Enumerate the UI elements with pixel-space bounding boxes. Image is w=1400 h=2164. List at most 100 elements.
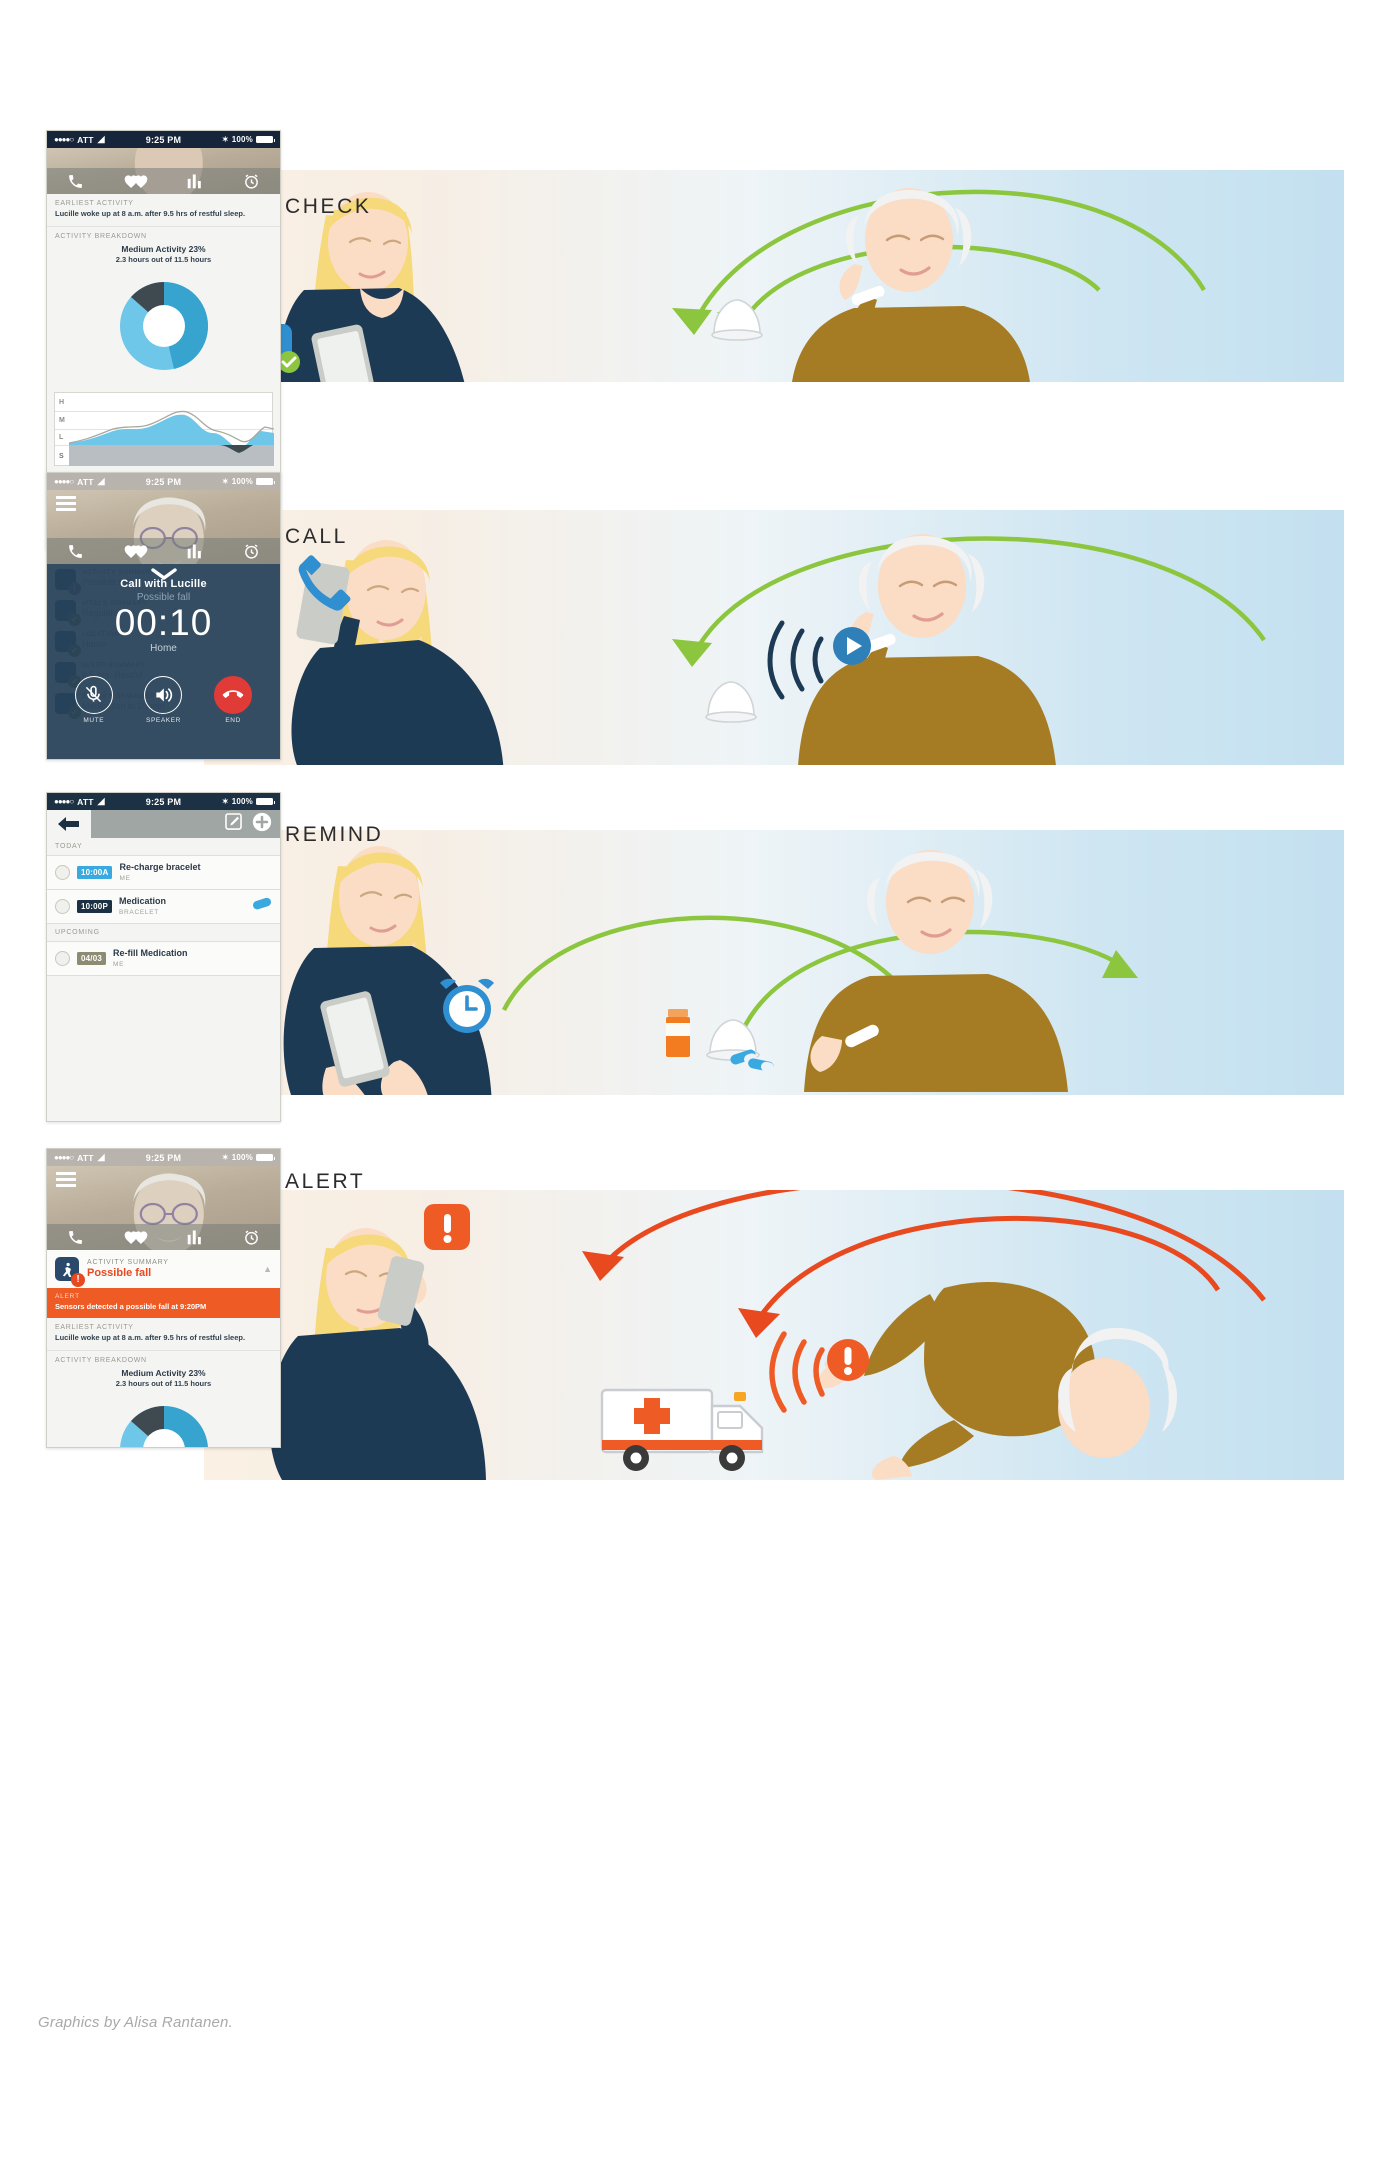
battery-icon — [256, 477, 275, 486]
activity-donut-chart — [119, 282, 208, 371]
pill-icon — [252, 897, 272, 916]
donut-title: Medium Activity 23% — [121, 244, 206, 255]
reminder-time: 10:00P — [77, 899, 112, 913]
reminder-title: Medication — [119, 895, 167, 906]
hearts-tab[interactable] — [124, 1229, 148, 1245]
tab-bar[interactable] — [47, 1224, 280, 1250]
section-call: CALL ●●●●○ ATT ◢ 9:25 PM ✶ 100% Call wit… — [0, 472, 1400, 790]
tab-bar[interactable] — [47, 168, 280, 194]
chart-label-s: S — [59, 453, 64, 461]
group-heading-today: TODAY — [47, 838, 280, 856]
phone-hangup-icon — [214, 675, 253, 714]
activity-tab[interactable] — [187, 1229, 203, 1245]
reminder-time: 10:00A — [77, 865, 113, 879]
phone-tab[interactable] — [67, 543, 84, 560]
status-time: 9:25 PM — [145, 134, 182, 145]
hearts-tab[interactable] — [124, 173, 148, 189]
caregiver-phone-remind — [320, 991, 390, 1087]
donut-subtitle: 2.3 hours out of 11.5 hours — [115, 1379, 212, 1389]
tab-bar[interactable] — [47, 538, 280, 564]
status-time: 9:25 PM — [145, 796, 182, 807]
reminders-tab[interactable] — [243, 1229, 260, 1246]
activity-donut-section: Medium Activity 23% 2.3 hours out of 11.… — [47, 242, 280, 382]
status-bar: ●●●●○ ATT ◢ 9:25 PM ✶ 100% — [47, 1149, 280, 1166]
earliest-activity-text: Lucille woke up at 8 a.m. after 9.5 hrs … — [55, 1333, 246, 1342]
mute-button[interactable]: MUTE — [74, 675, 113, 724]
alert-label: ALERT — [55, 1293, 80, 1300]
checkbox[interactable] — [55, 950, 70, 966]
ambulance-vehicle — [600, 1388, 764, 1471]
section-label-alert: ALERT — [285, 1170, 366, 1193]
earliest-activity-label: EARLIEST ACTIVITY — [55, 1324, 134, 1331]
list-item[interactable]: 04/03 Re-fill Medication ME — [47, 941, 280, 976]
list-item[interactable]: 10:00P Medication BRACELET — [47, 889, 280, 924]
alarm-clock-badge — [440, 978, 494, 1033]
phone-alert: ●●●●○ ATT ◢ 9:25 PM ✶ 100% ! ACTIVITY SU… — [46, 1148, 281, 1448]
nav-actions[interactable] — [224, 812, 272, 837]
back-button[interactable] — [47, 810, 91, 838]
reminder-owner: ME — [113, 960, 125, 968]
scene-remind — [204, 830, 1344, 1095]
phone-tab[interactable] — [67, 1229, 84, 1246]
activity-summary-label: ACTIVITY SUMMARY — [87, 1259, 169, 1266]
status-time: 9:25 PM — [145, 1152, 182, 1163]
list-item[interactable]: 10:00A Re-charge bracelet ME — [47, 856, 280, 890]
compose-icon[interactable] — [224, 812, 243, 836]
profile-photo-header — [47, 1166, 280, 1250]
reminders-tab[interactable] — [243, 173, 260, 190]
activity-breakdown-label: ACTIVITY BREAKDOWN — [55, 1357, 147, 1365]
elder-figure-check — [792, 188, 1030, 382]
chevron-up-icon[interactable]: ▲ — [263, 1264, 272, 1274]
credits-caption: Graphics by Alisa Rantanen. — [38, 2014, 233, 2031]
hearts-tab[interactable] — [124, 543, 148, 559]
speaker-icon — [144, 675, 183, 714]
checkbox[interactable] — [55, 898, 70, 914]
active-call-overlay: Call with Lucille Possible fall 00:10 Ho… — [47, 564, 280, 759]
activity-summary-value: Possible fall — [87, 1267, 152, 1279]
navigation-bar — [47, 810, 280, 838]
alert-banner: ALERT Sensors detected a possible fall a… — [47, 1288, 280, 1318]
speaker-button[interactable]: SPEAKER — [144, 675, 183, 724]
chart-label-m: M — [59, 417, 65, 425]
section-check: CHECK ●●●●○ ATT ◢ 9:25 PM ✶ 100% EARLIES… — [0, 130, 1400, 550]
status-bar: ●●●●○ ATT ◢ 9:25 PM ✶ 100% — [47, 793, 280, 810]
activity-tab[interactable] — [187, 543, 203, 559]
back-arrow-icon — [58, 817, 79, 831]
status-bar: ●●●●○ ATT ◢ 9:25 PM ✶ 100% — [47, 473, 280, 490]
end-label: END — [225, 716, 241, 724]
call-controls[interactable]: MUTE SPEAKER END — [47, 675, 280, 724]
menu-icon[interactable] — [56, 1172, 76, 1187]
mute-label: MUTE — [83, 716, 105, 724]
chevron-down-icon[interactable] — [150, 568, 177, 580]
exclamation-badge-caregiver — [424, 1204, 470, 1250]
activity-breakdown-label: ACTIVITY BREAKDOWN — [55, 233, 147, 241]
menu-icon[interactable] — [56, 496, 76, 511]
phone-tab[interactable] — [67, 173, 84, 190]
activity-donut-chart — [119, 1406, 208, 1447]
checkbox[interactable] — [55, 864, 70, 880]
earliest-activity-label: EARLIEST ACTIVITY — [55, 200, 134, 207]
profile-photo-header — [47, 490, 280, 564]
capsule-pills — [730, 1049, 774, 1073]
battery-icon — [256, 135, 275, 144]
battery-icon — [256, 797, 275, 806]
section-alert: ALERT ●●●●○ ATT ◢ 9:25 PM ✶ 100% ! ACTIV… — [0, 1148, 1400, 1510]
end-call-button[interactable]: END — [214, 675, 253, 724]
scene-check — [204, 170, 1344, 382]
status-time: 9:25 PM — [145, 476, 182, 487]
group-heading-upcoming: UPCOMING — [47, 923, 280, 942]
phone-handset-icon — [296, 555, 351, 645]
reminder-title: Re-charge bracelet — [119, 862, 201, 872]
reminders-tab[interactable] — [243, 543, 260, 560]
activity-tab[interactable] — [187, 173, 203, 189]
medicine-bottle — [666, 1009, 690, 1057]
scene-alert — [204, 1190, 1344, 1480]
activity-donut-section: Medium Activity 23% 2.3 hours out of 11.… — [47, 1366, 280, 1447]
reminder-owner: BRACELET — [119, 908, 159, 916]
chart-label-h: H — [59, 399, 65, 407]
call-location: Home — [150, 642, 177, 654]
alert-text: Sensors detected a possible fall at 9:20… — [55, 1302, 207, 1311]
activity-summary-row[interactable]: ! ACTIVITY SUMMARY Possible fall ▲ — [47, 1250, 280, 1288]
plus-circle-icon[interactable] — [252, 812, 272, 837]
reminder-owner: ME — [119, 874, 131, 882]
